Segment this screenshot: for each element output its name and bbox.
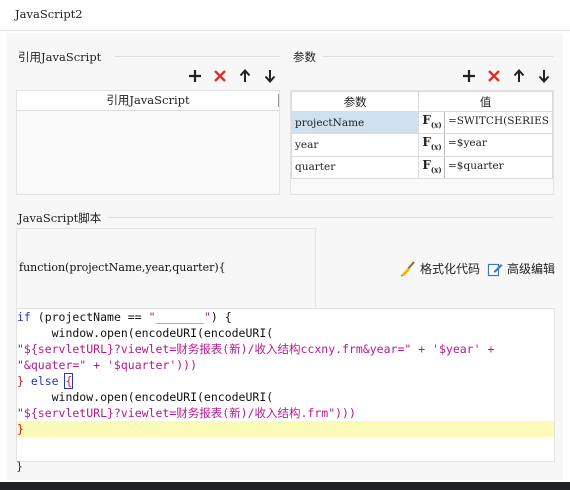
param-value-text: =$year (448, 137, 487, 150)
table-row[interactable]: quarter F(x) =$quarter (290, 155, 553, 180)
code-line: window.open(encodeURI(encodeURI( (17, 326, 274, 340)
code-line: "${servletURL}?viewlet=财务报表(新)/收入结构.frm"… (17, 406, 356, 420)
code-line: window.open(encodeURI(encodeURI( (17, 390, 274, 404)
window-title: JavaScript2 (15, 7, 83, 21)
param-value-header[interactable]: 值 (418, 91, 553, 112)
params-table: 参数 值 projectName F(x) =SWITCH(SERIES yea… (290, 91, 553, 180)
code-line: "${servletURL}?viewlet=财务报表(新)/收入结构ccxny… (17, 342, 495, 356)
ref-column-header[interactable]: 引用JavaScript (17, 91, 279, 111)
fx-icon[interactable]: F(x) (422, 134, 445, 156)
param-name-cell[interactable]: year (290, 133, 420, 157)
fx-icon[interactable]: F(x) (422, 112, 445, 133)
code-line: "&quater=" + '$quarter'))) (17, 358, 198, 372)
code-line: if (projectName == "_______") { (17, 310, 232, 324)
code-line-current: } (17, 421, 554, 437)
code-editor[interactable]: if (projectName == "_______") { window.o… (16, 308, 555, 462)
param-name-cell[interactable]: quarter (290, 155, 420, 180)
script-section-title: JavaScript脚本 (18, 211, 102, 225)
param-name-cell[interactable]: projectName (290, 110, 420, 135)
param-value-cell[interactable]: F(x) =$year (418, 133, 553, 157)
code-line: } else { (17, 373, 74, 389)
table-row[interactable]: year F(x) =$year (290, 133, 553, 157)
param-value-cell[interactable]: F(x) =$quarter (418, 155, 553, 180)
function-signature: function(projectName,year,quarter){ (19, 261, 226, 274)
arrow-up-icon[interactable] (236, 67, 253, 84)
ref-toolbar (186, 67, 278, 84)
script-section-divider (108, 217, 553, 218)
format-code-label: 格式化代码 (420, 262, 481, 276)
function-closing-brace: } (16, 460, 23, 473)
ref-list-box: 引用JavaScript (16, 90, 280, 195)
function-signature-box: function(projectName,year,quarter){ (16, 228, 316, 307)
advanced-edit-button[interactable]: 高级编辑 (487, 260, 555, 277)
bottom-bar (0, 482, 570, 490)
param-value-cell[interactable]: F(x) =SWITCH(SERIES (418, 110, 553, 135)
params-section-divider (323, 56, 553, 57)
plus-icon[interactable] (186, 67, 203, 84)
arrow-down-icon[interactable] (535, 67, 552, 84)
title-bar: JavaScript2 (0, 0, 570, 31)
params-toolbar (460, 67, 552, 84)
advanced-edit-label: 高级编辑 (507, 262, 556, 276)
params-section-title: 参数 (293, 50, 316, 64)
param-value-text: =SWITCH(SERIES (448, 115, 549, 127)
edit-icon (487, 263, 503, 276)
param-name-header[interactable]: 参数 (290, 91, 420, 112)
x-icon[interactable] (485, 67, 502, 84)
column-resize-handle[interactable] (278, 94, 279, 107)
format-code-button[interactable]: 格式化代码 (400, 260, 480, 277)
table-row[interactable]: projectName F(x) =SWITCH(SERIES (290, 110, 553, 135)
broom-icon (400, 260, 415, 277)
params-table-box: 参数 值 projectName F(x) =SWITCH(SERIES yea… (290, 90, 554, 195)
param-value-text: =$quarter (448, 159, 504, 172)
matched-brace: { (64, 373, 74, 389)
arrow-down-icon[interactable] (261, 67, 278, 84)
ref-section-title: 引用JavaScript (18, 50, 102, 64)
plus-icon[interactable] (460, 67, 477, 84)
fx-icon[interactable]: F(x) (422, 157, 445, 178)
ref-section-divider (114, 56, 280, 57)
x-icon[interactable] (211, 67, 228, 84)
arrow-up-icon[interactable] (510, 67, 527, 84)
